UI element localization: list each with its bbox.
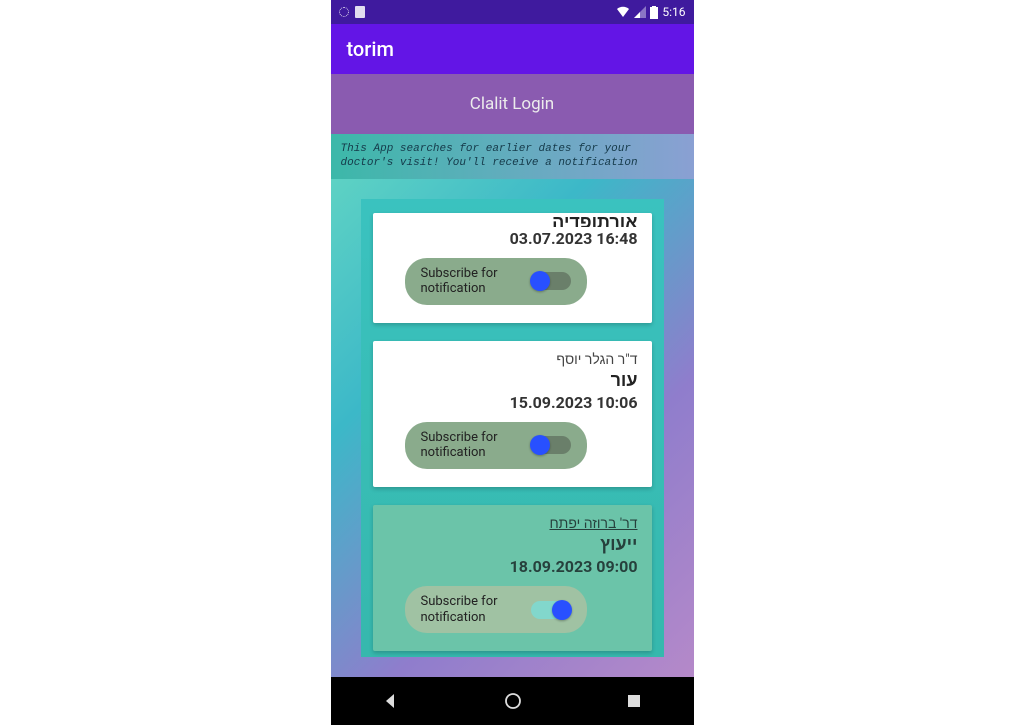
status-card-icon [355, 6, 365, 18]
appointment-card: ד"ר הגלר יוסף עור 15.09.2023 10:06 Subsc… [373, 341, 652, 487]
wifi-icon [616, 6, 630, 18]
card-doctor: דר' ברוזה יפתח [387, 515, 638, 532]
card-datetime: 15.09.2023 10:06 [387, 393, 638, 412]
info-strip: This App searches for earlier dates for … [331, 134, 694, 179]
login-label: Clalit Login [470, 94, 554, 114]
cell-icon [634, 6, 646, 18]
status-right: 5:16 [616, 5, 685, 19]
cards-panel[interactable]: אורתופדיה 03.07.2023 16:48 Subscribe for… [361, 199, 664, 657]
card-datetime: 18.09.2023 09:00 [387, 557, 638, 576]
card-specialty: אורתופדיה [387, 213, 638, 227]
nav-back-icon[interactable] [382, 692, 400, 710]
status-time: 5:16 [662, 5, 685, 19]
subscribe-label: Subscribe for notification [421, 594, 531, 625]
card-specialty: ייעוץ [387, 534, 638, 555]
app-bar: torim [331, 24, 694, 74]
status-circle-icon [339, 7, 349, 17]
subscribe-toggle[interactable] [531, 272, 571, 290]
card-specialty: עור [387, 370, 638, 391]
appointment-card: אורתופדיה 03.07.2023 16:48 Subscribe for… [373, 213, 652, 323]
toggle-thumb [552, 600, 572, 620]
subscribe-label: Subscribe for notification [421, 430, 531, 461]
toggle-thumb [530, 435, 550, 455]
nav-bar [331, 677, 694, 725]
status-left [339, 6, 365, 18]
subscribe-toggle[interactable] [531, 436, 571, 454]
phone-frame: 5:16 torim Clalit Login This App searche… [331, 0, 694, 725]
card-doctor: ד"ר הגלר יוסף [387, 351, 638, 368]
status-bar: 5:16 [331, 0, 694, 24]
app-title: torim [347, 37, 394, 61]
nav-home-icon[interactable] [504, 692, 522, 710]
subscribe-label: Subscribe for notification [421, 266, 531, 297]
content-area: Clalit Login This App searches for earli… [331, 74, 694, 677]
card-datetime: 03.07.2023 16:48 [387, 229, 638, 248]
appointment-card-active: דר' ברוזה יפתח ייעוץ 18.09.2023 09:00 Su… [373, 505, 652, 651]
gradient-area: אורתופדיה 03.07.2023 16:48 Subscribe for… [331, 179, 694, 677]
battery-icon [650, 6, 658, 19]
info-text: This App searches for earlier dates for … [341, 143, 638, 169]
subscribe-pill[interactable]: Subscribe for notification [405, 422, 587, 469]
subscribe-toggle[interactable] [531, 601, 571, 619]
subscribe-pill[interactable]: Subscribe for notification [405, 258, 587, 305]
nav-recent-icon[interactable] [626, 693, 642, 709]
login-button[interactable]: Clalit Login [331, 74, 694, 134]
subscribe-pill[interactable]: Subscribe for notification [405, 586, 587, 633]
toggle-thumb [530, 271, 550, 291]
